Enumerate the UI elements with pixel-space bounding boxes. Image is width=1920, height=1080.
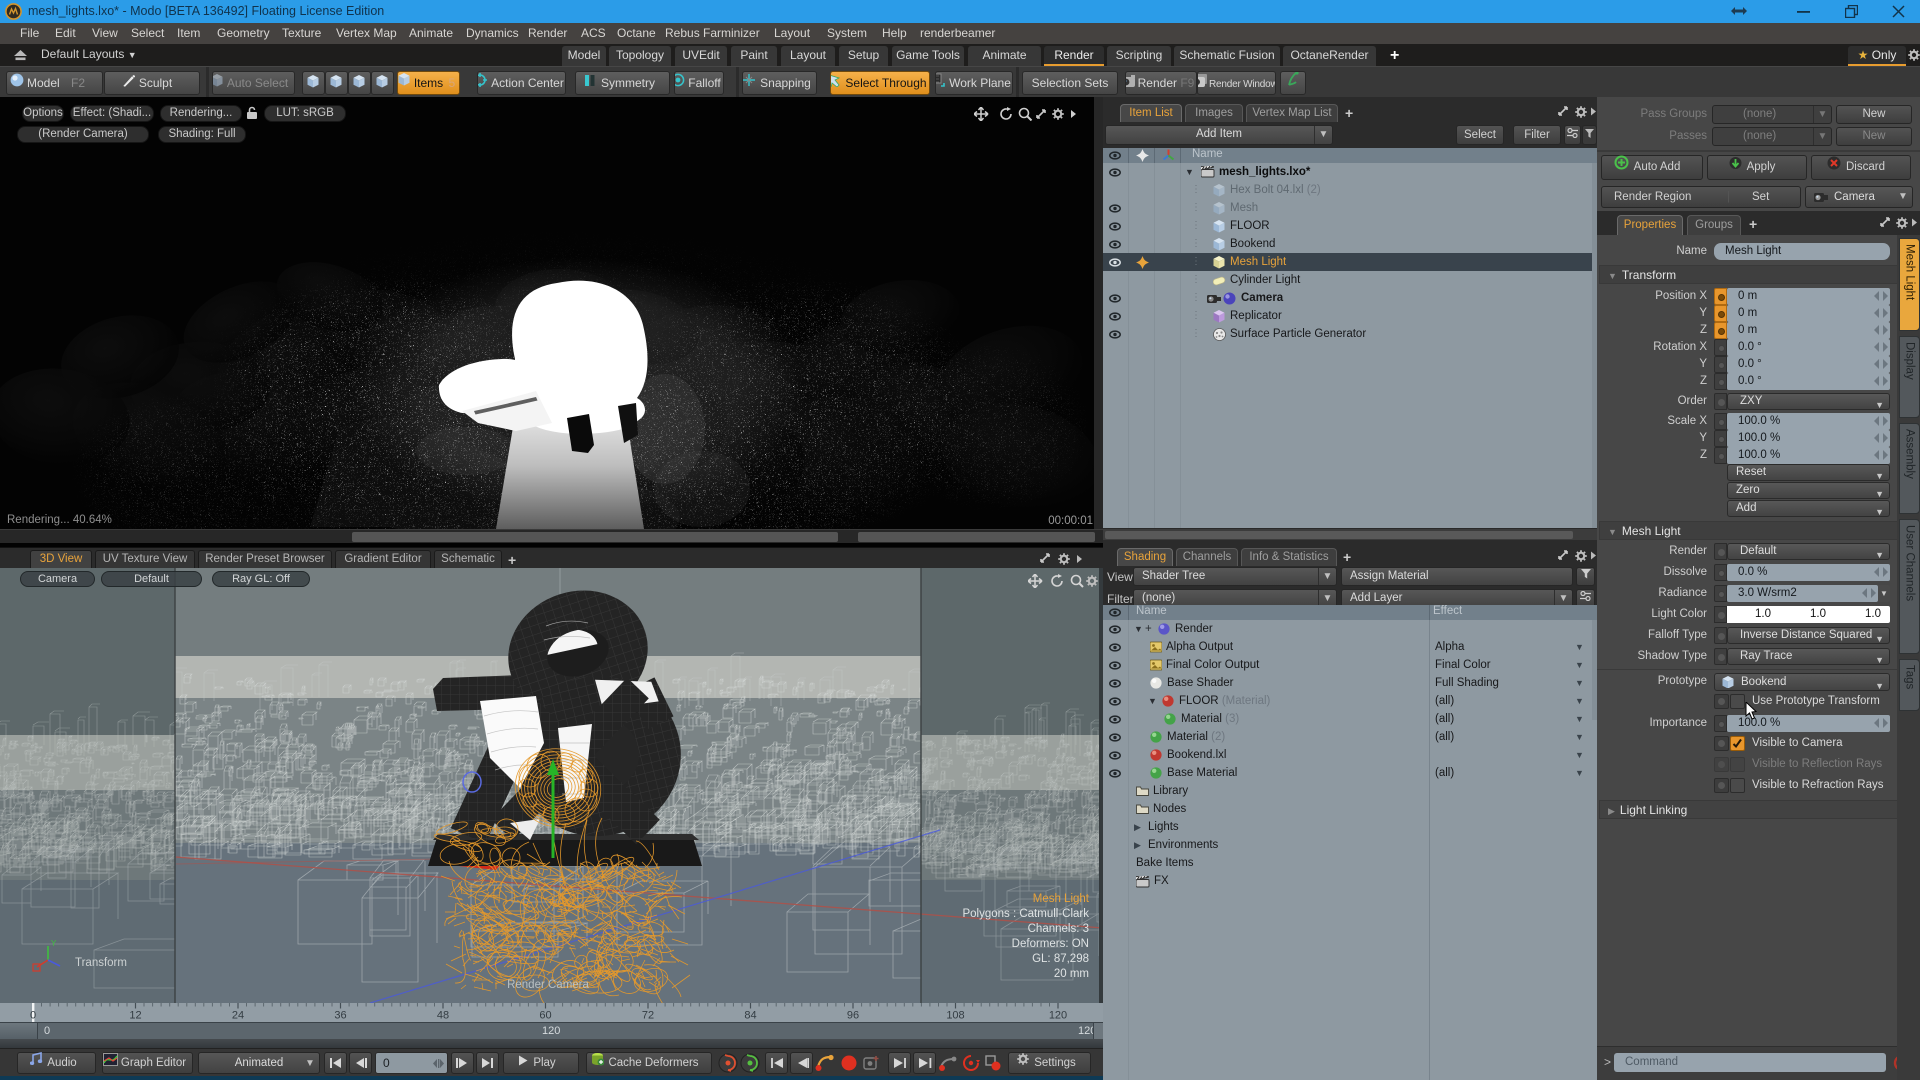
svg-text:60: 60 bbox=[539, 1010, 551, 1022]
svg-text:72: 72 bbox=[642, 1010, 654, 1022]
svg-text:24: 24 bbox=[232, 1010, 244, 1022]
svg-text:Transform: Transform bbox=[75, 957, 127, 969]
svg-text:Channels: 3: Channels: 3 bbox=[1028, 923, 1089, 935]
svg-text:96: 96 bbox=[847, 1010, 859, 1022]
svg-text:GL: 87,298: GL: 87,298 bbox=[1032, 953, 1089, 965]
svg-text:48: 48 bbox=[437, 1010, 449, 1022]
svg-text:108: 108 bbox=[946, 1010, 964, 1022]
svg-text:Render Camera: Render Camera bbox=[507, 979, 589, 991]
svg-text:84: 84 bbox=[744, 1010, 756, 1022]
svg-text:Y: Y bbox=[51, 939, 57, 948]
svg-text:0: 0 bbox=[30, 1010, 36, 1022]
svg-text:12: 12 bbox=[129, 1010, 141, 1022]
svg-text:Polygons : Catmull-Clark: Polygons : Catmull-Clark bbox=[962, 908, 1089, 920]
svg-text:20 mm: 20 mm bbox=[1054, 968, 1089, 980]
svg-text:Mesh Light: Mesh Light bbox=[1033, 893, 1090, 905]
svg-text:Deformers: ON: Deformers: ON bbox=[1012, 938, 1089, 950]
svg-text:36: 36 bbox=[334, 1010, 346, 1022]
svg-text:120: 120 bbox=[1049, 1010, 1067, 1022]
